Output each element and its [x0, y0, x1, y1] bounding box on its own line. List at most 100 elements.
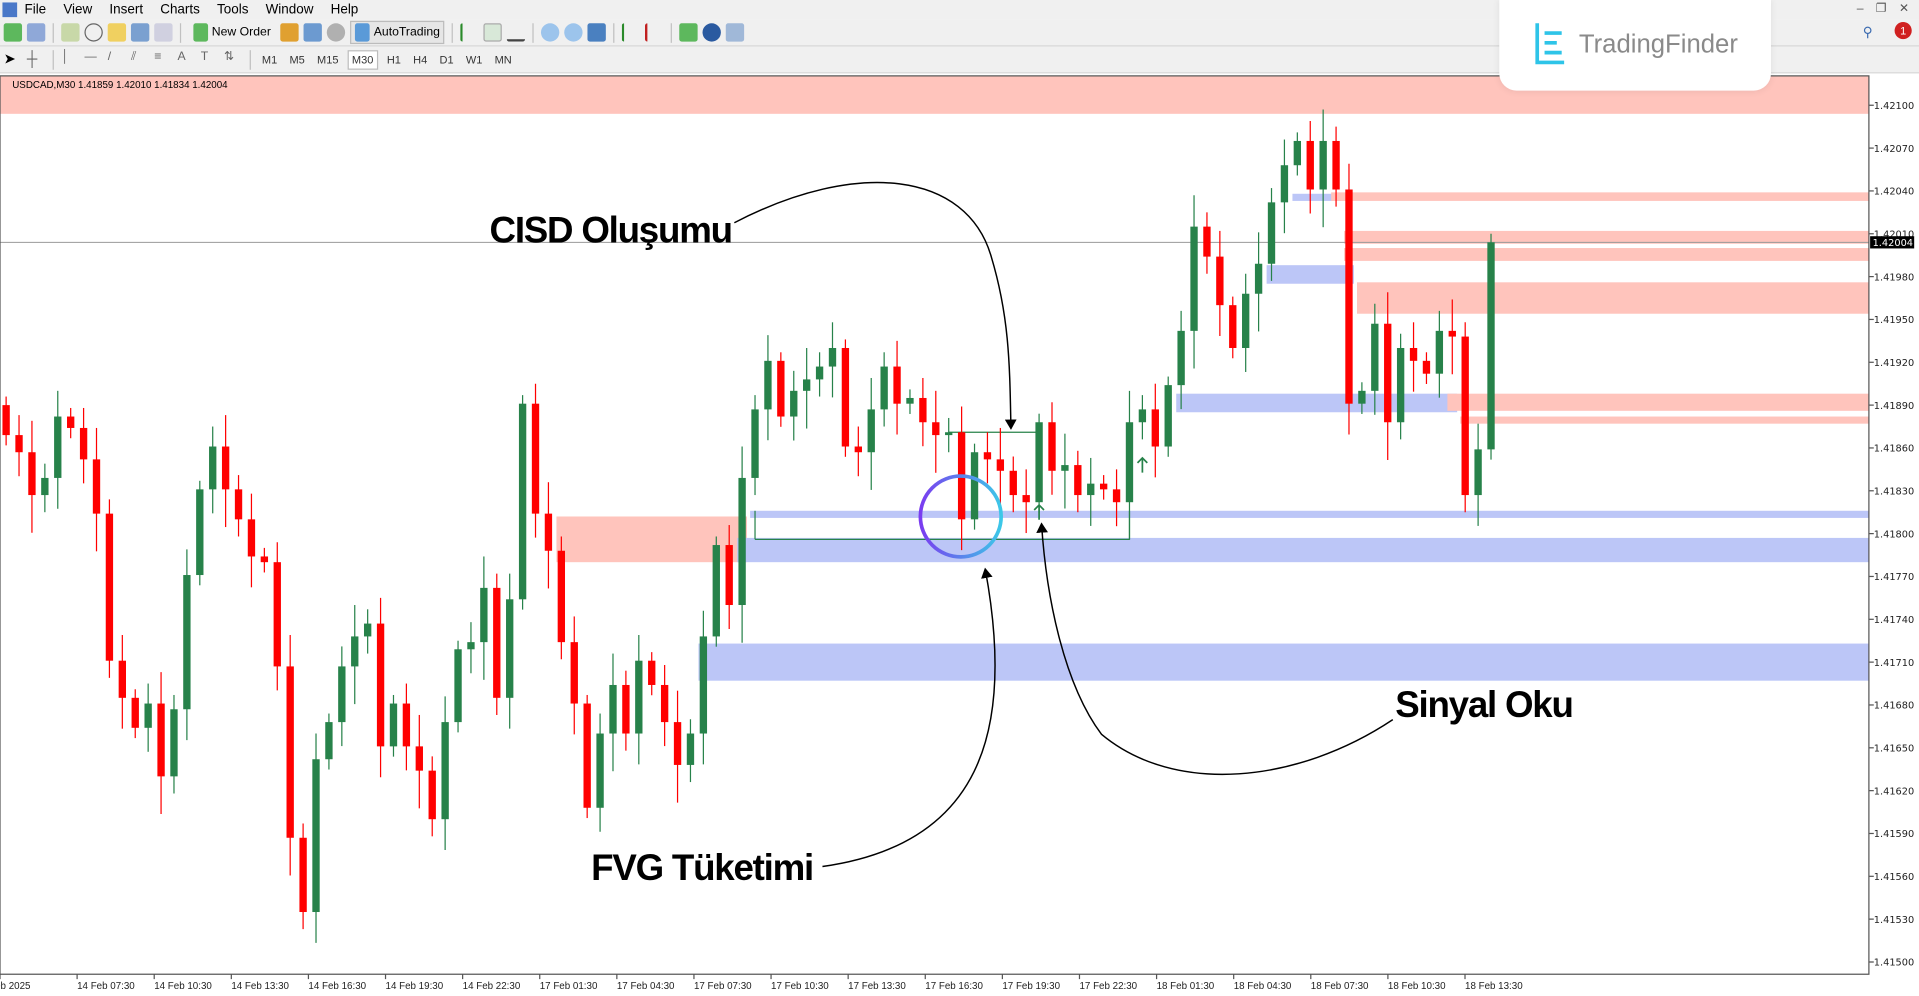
bullish-candle — [609, 684, 617, 734]
notification-badge[interactable]: 1 — [1894, 22, 1912, 40]
chart-shift-icon[interactable] — [645, 23, 664, 42]
x-tick-label: 17 Feb 13:30 — [848, 981, 906, 992]
bullish-candle — [1267, 202, 1276, 264]
terminal-icon[interactable] — [130, 23, 150, 42]
menu-charts[interactable]: Charts — [160, 2, 200, 17]
bearish-candle — [1229, 305, 1237, 348]
divider — [249, 49, 251, 70]
x-tick-label: 14 Feb 2025 — [0, 981, 31, 992]
zoom-out-icon[interactable] — [564, 23, 584, 42]
channel-icon[interactable]: ⫽ — [131, 50, 149, 68]
bearish-candle — [299, 837, 307, 913]
window-controls: – ❐ ✕ — [1857, 2, 1910, 15]
favorites-icon[interactable] — [107, 23, 127, 42]
menu-help[interactable]: Help — [331, 2, 359, 17]
restore-button[interactable]: ❐ — [1876, 2, 1887, 15]
menu-view[interactable]: View — [63, 2, 92, 17]
bullish-candle — [1061, 465, 1069, 471]
bearish-candle — [854, 446, 862, 453]
price-chart[interactable]: CISD Oluşumu FVG Tüketimi Sinyal Oku USD… — [0, 73, 1919, 996]
bullish-candle — [635, 660, 643, 734]
autotrading-button[interactable]: AutoTrading — [350, 20, 445, 45]
new-order-label: New Order — [211, 25, 271, 40]
menu-window[interactable]: Window — [266, 2, 314, 17]
timeframe-h1[interactable]: H1 — [383, 51, 404, 68]
new-chart-icon[interactable] — [3, 23, 23, 42]
y-tick-label: 1.41980 — [1874, 272, 1914, 283]
metaeditor-icon[interactable] — [280, 23, 300, 42]
bullish-candle — [480, 587, 488, 643]
x-tick-label: 17 Feb 10:30 — [771, 981, 829, 992]
x-tick-label: 18 Feb 10:30 — [1388, 981, 1446, 992]
search-icon[interactable]: ⚲ — [1863, 24, 1873, 41]
arrows-icon[interactable]: ⇅ — [224, 50, 242, 68]
timeframe-m15[interactable]: M15 — [313, 51, 342, 68]
y-tick-label: 1.42070 — [1874, 144, 1914, 155]
bullish-candle — [751, 409, 759, 478]
templates-icon[interactable] — [726, 23, 745, 42]
periods-icon[interactable] — [703, 23, 722, 42]
community-icon[interactable] — [303, 23, 323, 42]
timeframe-mn[interactable]: MN — [491, 51, 515, 68]
bearish-candle — [544, 513, 553, 551]
bullish-candle — [1242, 293, 1250, 348]
timeframe-h4[interactable]: H4 — [409, 51, 430, 68]
bearish-candle — [1332, 140, 1340, 190]
signals-icon[interactable] — [327, 23, 346, 42]
bullish-candle — [699, 636, 708, 734]
menu-file[interactable]: File — [24, 2, 46, 17]
timeframe-m30[interactable]: M30 — [347, 49, 379, 70]
line-chart-icon[interactable] — [507, 23, 526, 42]
zoom-in-icon[interactable] — [541, 23, 560, 42]
indicators-icon[interactable] — [679, 23, 699, 42]
bearish-candle — [1074, 465, 1082, 496]
bullish-candle — [351, 636, 359, 667]
crosshair-icon[interactable]: ┼ — [27, 50, 45, 68]
bullish-candle — [1319, 140, 1327, 190]
bearish-candle — [983, 452, 992, 460]
horizontal-line-icon[interactable]: — — [84, 50, 102, 68]
strategy-tester-icon[interactable] — [154, 23, 173, 42]
candlestick-chart-icon[interactable] — [484, 23, 503, 42]
bullish-candle — [467, 642, 475, 650]
menu-tools[interactable]: Tools — [217, 2, 248, 17]
timeframe-m5[interactable]: M5 — [286, 51, 309, 68]
bullish-candle — [828, 347, 837, 367]
new-order-button[interactable]: New Order — [188, 21, 275, 44]
menu-insert[interactable]: Insert — [109, 2, 143, 17]
vertical-line-icon[interactable]: │ — [61, 50, 79, 68]
bullish-candle — [518, 403, 527, 600]
close-button[interactable]: ✕ — [1899, 2, 1909, 15]
timeframe-m1[interactable]: M1 — [258, 51, 281, 68]
minimize-button[interactable]: – — [1857, 2, 1864, 15]
divider — [52, 49, 54, 70]
buy-signal-arrow-icon — [1136, 456, 1148, 473]
bullish-candle — [880, 366, 888, 410]
timeframe-d1[interactable]: D1 — [436, 51, 457, 68]
timeframe-w1[interactable]: W1 — [462, 51, 486, 68]
auto-scroll-icon[interactable] — [622, 23, 640, 42]
bullish-candle — [1190, 226, 1198, 331]
x-tick-label: 14 Feb 10:30 — [154, 981, 212, 992]
bearish-candle — [260, 556, 269, 563]
text-icon[interactable]: A — [177, 50, 195, 68]
bearish-candle — [1461, 336, 1469, 496]
bar-chart-icon[interactable] — [460, 23, 479, 42]
demand-zone — [698, 643, 1869, 681]
crosshair-navigator-icon[interactable] — [84, 23, 103, 42]
trendline-icon[interactable]: / — [108, 50, 126, 68]
autotrading-label: AutoTrading — [373, 25, 440, 40]
y-tick-label: 1.41800 — [1874, 529, 1914, 540]
bearish-candle — [1151, 409, 1159, 447]
fibonacci-icon[interactable]: ≡ — [154, 50, 172, 68]
tile-windows-icon[interactable] — [588, 23, 607, 42]
bullish-candle — [454, 649, 462, 723]
bullish-candle — [1087, 483, 1095, 496]
cursor-icon[interactable]: ➤ — [4, 50, 22, 68]
x-tick-label: 18 Feb 04:30 — [1234, 981, 1292, 992]
market-watch-icon[interactable] — [61, 23, 80, 42]
bearish-candle — [1009, 470, 1017, 496]
bullish-candle — [54, 416, 62, 478]
profiles-icon[interactable] — [26, 23, 46, 42]
text-label-icon[interactable]: T — [201, 50, 219, 68]
